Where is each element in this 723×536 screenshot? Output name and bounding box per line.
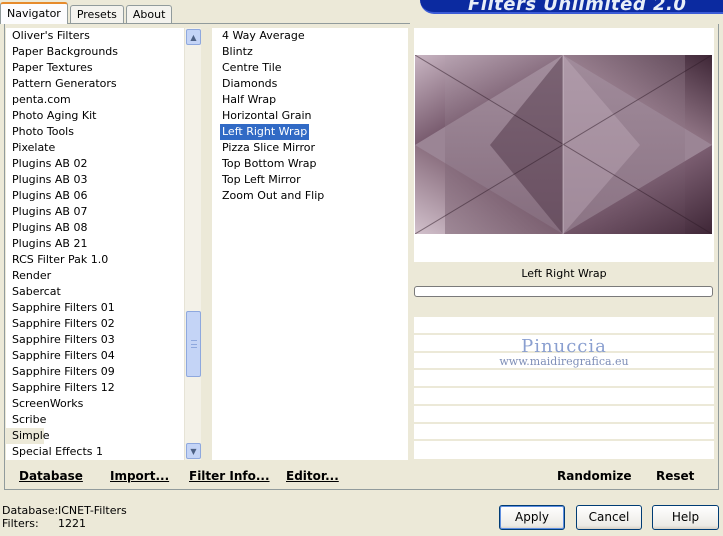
- preview-filter-name: Left Right Wrap: [521, 267, 607, 280]
- preview-image: [415, 55, 712, 234]
- category-item[interactable]: Photo Aging Kit: [6, 108, 184, 124]
- category-item[interactable]: Sapphire Filters 03: [6, 332, 184, 348]
- filter-item-label: Pizza Slice Mirror: [222, 141, 316, 154]
- status-filters-label: Filters:: [2, 517, 39, 530]
- progress-bar: [414, 286, 713, 297]
- scroll-up-button[interactable]: ▲: [186, 29, 201, 45]
- category-item[interactable]: Special Effects 1: [6, 444, 184, 460]
- import-button[interactable]: Import...: [110, 469, 169, 483]
- param-row: [414, 388, 714, 406]
- app-banner: Filters Unlimited 2.0: [420, 0, 723, 14]
- tab-strip: Navigator Presets About: [0, 2, 174, 24]
- category-item[interactable]: Render: [6, 268, 184, 284]
- status-database-label: Database:: [2, 504, 59, 517]
- category-item[interactable]: Sapphire Filters 02: [6, 316, 184, 332]
- app-title: Filters Unlimited 2.0: [468, 0, 687, 14]
- param-row: [414, 317, 714, 335]
- category-item[interactable]: Plugins AB 06: [6, 188, 184, 204]
- chevron-down-icon: ▼: [190, 446, 197, 456]
- category-item[interactable]: Sabercat: [6, 284, 184, 300]
- cancel-button[interactable]: Cancel: [576, 505, 642, 530]
- param-row: [414, 353, 714, 371]
- filter-info-button[interactable]: Filter Info...: [189, 469, 270, 483]
- filter-item-label: Horizontal Grain: [222, 109, 312, 122]
- tab-about[interactable]: About: [125, 5, 173, 24]
- filter-item[interactable]: Diamonds: [212, 76, 408, 92]
- filter-item[interactable]: Top Left Mirror: [212, 172, 408, 188]
- filter-item-label: Top Bottom Wrap: [222, 157, 317, 170]
- category-item[interactable]: Paper Backgrounds: [6, 44, 184, 60]
- filter-item[interactable]: Half Wrap: [212, 92, 408, 108]
- filter-list[interactable]: 4 Way Average Blintz Centre Tile Diamonds Ha…: [212, 28, 408, 460]
- tab-presets[interactable]: Presets: [69, 5, 124, 24]
- category-item[interactable]: Oliver's Filters: [6, 28, 184, 44]
- category-item[interactable]: Photo Tools: [6, 124, 184, 140]
- filter-item[interactable]: Horizontal Grain: [212, 108, 408, 124]
- category-item[interactable]: Scribe: [6, 412, 184, 428]
- category-item[interactable]: Paper Textures: [6, 60, 184, 76]
- param-row: [414, 370, 714, 388]
- editor-button[interactable]: Editor...: [286, 469, 339, 483]
- filter-item-label: Diamonds: [222, 77, 278, 90]
- scroll-down-button[interactable]: ▼: [186, 443, 201, 459]
- filter-item[interactable]: Blintz: [212, 44, 408, 60]
- category-item[interactable]: Pattern Generators: [6, 76, 184, 92]
- category-item[interactable]: Sapphire Filters 09: [6, 364, 184, 380]
- scroll-thumb[interactable]: [186, 311, 201, 377]
- category-item[interactable]: Plugins AB 03: [6, 172, 184, 188]
- category-item[interactable]: Simple: [6, 428, 50, 444]
- database-button[interactable]: Database: [19, 469, 83, 483]
- category-item[interactable]: Sapphire Filters 01: [6, 300, 184, 316]
- grip-icon: [191, 340, 197, 348]
- category-item[interactable]: penta.com: [6, 92, 184, 108]
- status-database-value: ICNET-Filters: [58, 504, 127, 517]
- preview-pattern: [415, 55, 712, 234]
- apply-button[interactable]: Apply: [499, 505, 565, 530]
- filter-item-label: Centre Tile: [222, 61, 282, 74]
- bottom-toolbar: Database Import... Filter Info... Editor…: [5, 461, 718, 489]
- randomize-button[interactable]: Randomize: [557, 469, 631, 483]
- category-item[interactable]: Plugins AB 21: [6, 236, 184, 252]
- category-item[interactable]: Plugins AB 02: [6, 156, 184, 172]
- category-item[interactable]: Plugins AB 07: [6, 204, 184, 220]
- filter-item[interactable]: Centre Tile: [212, 60, 408, 76]
- chevron-up-icon: ▲: [190, 32, 197, 42]
- filter-item-label: 4 Way Average: [222, 29, 305, 42]
- param-row: [414, 406, 714, 424]
- filter-item[interactable]: Zoom Out and Flip: [212, 188, 408, 204]
- reset-button[interactable]: Reset: [656, 469, 694, 483]
- tab-navigator[interactable]: Navigator: [0, 2, 68, 24]
- preview-area: [414, 28, 714, 262]
- category-item[interactable]: ScreenWorks: [6, 396, 184, 412]
- category-item[interactable]: Pixelate: [6, 140, 184, 156]
- category-list[interactable]: Oliver's Filters Paper Backgrounds Paper T…: [6, 28, 184, 460]
- filter-item[interactable]: Pizza Slice Mirror: [212, 140, 408, 156]
- status-area: Database: ICNET-Filters Filters: 1221: [2, 504, 127, 530]
- category-item[interactable]: Plugins AB 08: [6, 220, 184, 236]
- category-item[interactable]: Sapphire Filters 04: [6, 348, 184, 364]
- help-button[interactable]: Help: [652, 505, 719, 530]
- param-row: [414, 441, 714, 459]
- filter-item-label: Left Right Wrap: [220, 124, 310, 140]
- params-header: [414, 299, 714, 317]
- filter-item[interactable]: 4 Way Average: [212, 28, 408, 44]
- filter-item-label: Half Wrap: [222, 93, 277, 106]
- filter-item-label: Zoom Out and Flip: [222, 189, 325, 202]
- filter-item-label: Blintz: [222, 45, 253, 58]
- param-row: [414, 335, 714, 353]
- filter-item[interactable]: Top Bottom Wrap: [212, 156, 408, 172]
- filter-item-label: Top Left Mirror: [222, 173, 301, 186]
- status-filters-value: 1221: [58, 517, 86, 530]
- param-row: [414, 424, 714, 442]
- filter-item[interactable]: Left Right Wrap: [212, 124, 408, 140]
- category-scrollbar[interactable]: ▲ ▼: [184, 28, 201, 460]
- category-item[interactable]: RCS Filter Pak 1.0: [6, 252, 184, 268]
- category-item[interactable]: Sapphire Filters 12: [6, 380, 184, 396]
- parameter-area: [414, 317, 714, 459]
